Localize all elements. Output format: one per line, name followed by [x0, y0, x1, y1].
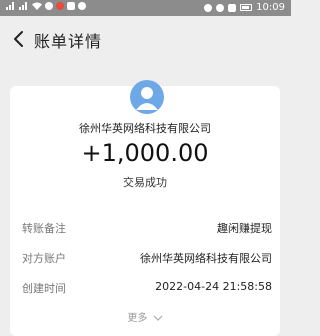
status-bar-right-icons: 10:09	[204, 2, 285, 13]
detail-row-created-time: 创建时间 2022-04-24 21:58:58	[10, 280, 280, 300]
mute-icon	[228, 3, 237, 12]
status-bar-left-icons	[6, 2, 86, 10]
status-bar: 10:09	[0, 0, 291, 16]
detail-label: 对方账户	[22, 252, 66, 265]
detail-value: 趣闲赚提现	[217, 222, 272, 235]
detail-label: 转账备注	[22, 222, 66, 235]
more-button[interactable]: 更多	[10, 309, 280, 324]
user-icon	[136, 87, 158, 110]
detail-value: 徐州华英网络科技有限公司	[140, 252, 272, 265]
detail-row-account[interactable]: 对方账户 徐州华英网络科技有限公司	[10, 250, 280, 270]
counterparty-name: 徐州华英网络科技有限公司	[79, 122, 211, 135]
message-icon	[67, 2, 75, 10]
bill-card: 徐州华英网络科技有限公司 +1,000.00 交易成功 转账备注 趣闲赚提现 对…	[10, 80, 280, 336]
status-time: 10:09	[256, 2, 285, 13]
back-button[interactable]	[8, 26, 30, 52]
page-title: 账单详情	[34, 32, 103, 51]
eye-icon	[204, 3, 213, 12]
detail-value: 2022-04-24 21:58:58	[155, 280, 272, 293]
chevron-down-icon	[153, 315, 163, 321]
alarm-icon	[216, 3, 225, 12]
detail-label: 创建时间	[22, 282, 66, 295]
more-label: 更多	[127, 313, 148, 324]
battery-icon	[240, 4, 253, 11]
cellular-signal-2-icon	[19, 2, 29, 10]
notification-icon	[45, 2, 53, 10]
cellular-signal-icon	[6, 2, 16, 10]
chevron-left-icon	[14, 31, 23, 47]
amount: +1,000.00	[81, 139, 209, 167]
transaction-status: 交易成功	[123, 176, 167, 189]
chat-icon	[78, 2, 86, 10]
detail-row-remark: 转账备注 趣闲赚提现	[10, 220, 280, 240]
avatar	[130, 80, 164, 114]
app-notification-icon	[56, 2, 64, 10]
wifi-icon	[32, 2, 42, 10]
app-header: 账单详情	[0, 16, 291, 64]
